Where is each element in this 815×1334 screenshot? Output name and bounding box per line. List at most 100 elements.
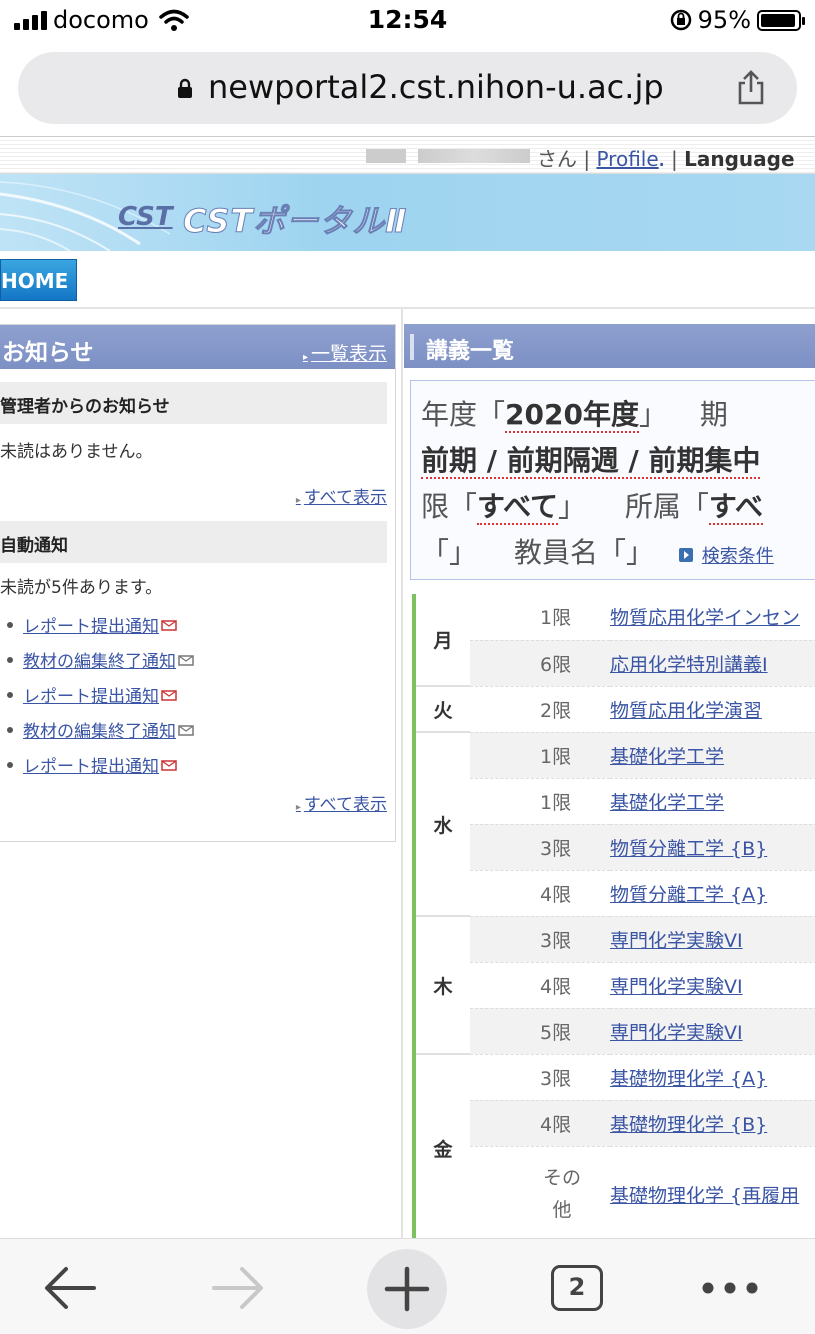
period-cell: 6限 <box>470 640 610 687</box>
notice-link[interactable]: レポート提出通知 <box>23 612 159 637</box>
course-link[interactable]: 基礎化学工学 <box>610 778 815 825</box>
table-row: 月 1限 物質応用化学インセン <box>412 594 815 687</box>
auto-notices-heading: 自動通知 <box>0 521 387 563</box>
day-cell: 木 <box>412 916 470 1055</box>
course-link[interactable]: 専門化学実験VI <box>610 962 815 1009</box>
mail-icon <box>178 654 194 666</box>
cst-logo: CST <box>118 202 173 232</box>
bracket: 「 <box>597 536 626 569</box>
bracket: 」 <box>638 398 667 431</box>
period-cell: 4限 <box>470 1100 610 1147</box>
notice-link[interactable]: 教材の編集終了通知 <box>23 647 176 672</box>
home-button[interactable]: HOME <box>0 259 77 301</box>
day-cell: 月 <box>412 594 470 687</box>
back-arrow-icon[interactable] <box>40 1253 100 1323</box>
bracket: 「 <box>449 490 478 523</box>
table-row: 4限 物質分離工学 {A} <box>414 870 815 917</box>
nav-bar: HOME <box>0 251 815 309</box>
bracket: 」 <box>625 536 654 569</box>
courses-header: 講義一覧 <box>404 324 815 368</box>
period-cell: 3限 <box>470 916 610 963</box>
new-tab-plus-icon[interactable] <box>366 1249 448 1329</box>
course-link[interactable]: 物質分離工学 {B} <box>610 824 815 871</box>
bracket: 「 <box>421 536 450 569</box>
table-row: 木 3限 専門化学実験VI <box>412 916 815 1055</box>
profile-icon: ꓸ <box>658 147 665 171</box>
list-item: レポート提出通知 <box>0 677 196 712</box>
course-link[interactable]: 物質分離工学 {A} <box>610 870 815 917</box>
period-cell: 4限 <box>470 962 610 1009</box>
battery-icon <box>757 9 805 31</box>
separator: | <box>583 147 591 171</box>
honorific: さん <box>537 147 577 171</box>
course-link[interactable]: 応用化学特別講義Ⅰ <box>610 640 815 687</box>
course-link[interactable]: 物質応用化学演習 <box>610 686 815 733</box>
tab-count-button[interactable]: 2 <box>551 1265 603 1311</box>
mail-icon <box>161 689 177 701</box>
table-row: 火 2限 物質応用化学演習 <box>412 686 815 733</box>
table-row: 1限 基礎化学工学 <box>414 778 815 825</box>
course-link[interactable]: 基礎物理化学 {再履用 <box>610 1146 815 1238</box>
period-label: その他 <box>542 1167 581 1221</box>
url-text: newportal2.cst.nihon-u.ac.jp <box>208 68 664 106</box>
bracket: 」 <box>557 490 586 523</box>
year-value: 2020年度 <box>505 398 639 433</box>
day-cell: 火 <box>412 686 470 733</box>
bracket: 」 <box>449 536 478 569</box>
list-item: 教材の編集終了通知 <box>0 712 196 747</box>
bracket: 「 <box>680 490 709 523</box>
period-cell: 3限 <box>470 1054 610 1101</box>
table-row: 水 1限 基礎化学工学 <box>412 732 815 917</box>
notices-title: お知らせ <box>2 340 94 366</box>
period-label: 限 <box>421 490 450 523</box>
period-cell: 5限 <box>470 1008 610 1055</box>
list-item: レポート提出通知 <box>0 747 196 782</box>
web-page: さん | Profileꓸ | Language CST CSTポータルⅡ HO… <box>0 136 815 1238</box>
user-links: さん | Profileꓸ | Language <box>537 143 795 172</box>
notice-link[interactable]: レポート提出通知 <box>23 752 159 777</box>
notices-header: お知らせ ▸ 一覧表示 <box>0 325 395 369</box>
show-all-label: すべて表示 <box>303 488 387 508</box>
lock-icon <box>178 78 192 98</box>
notice-link[interactable]: レポート提出通知 <box>23 682 159 707</box>
course-link[interactable]: 物質応用化学インセン <box>610 594 815 641</box>
table-row: 3限 物質分離工学 {B} <box>414 824 815 871</box>
forward-arrow-icon[interactable] <box>208 1253 268 1323</box>
period-cell: 3限 <box>470 824 610 871</box>
period-cell: 4限 <box>470 870 610 917</box>
courses-panel: 講義一覧 年度「2020年度」 期 前期 / 前期隔週 / 前期集中 限「すべて… <box>404 324 815 1238</box>
search-conditions-link[interactable]: 検索条件 <box>702 546 774 567</box>
course-link[interactable]: 基礎物理化学 {A} <box>610 1054 815 1101</box>
show-all-auto-link[interactable]: ▸ すべて表示 <box>296 790 387 815</box>
bracket: 「 <box>477 398 506 431</box>
table-row: 6限 応用化学特別講義Ⅰ <box>414 640 815 687</box>
redacted-name <box>366 149 406 163</box>
portal-title: CSTポータルⅡ <box>182 202 408 241</box>
mail-icon <box>178 724 194 736</box>
period-cell: 1限 <box>470 732 610 779</box>
share-icon[interactable] <box>735 70 767 106</box>
course-link[interactable]: 基礎化学工学 <box>610 732 815 779</box>
course-link[interactable]: 基礎物理化学 {B} <box>610 1100 815 1147</box>
period-cell: 1限 <box>470 778 610 825</box>
course-link[interactable]: 専門化学実験VI <box>610 916 815 963</box>
language-link[interactable]: Language <box>684 147 794 171</box>
user-bar: さん | Profileꓸ | Language <box>0 136 815 174</box>
address-bar[interactable]: newportal2.cst.nihon-u.ac.jp <box>18 52 797 124</box>
course-timetable: 月 1限 物質応用化学インセン 6限 応用化学特別講義Ⅰ 火 2限 物質応用化学演習 水1… <box>412 594 815 1238</box>
profile-link[interactable]: Profile <box>596 147 658 171</box>
admin-notices-heading: 管理者からのお知らせ <box>0 382 387 424</box>
notice-link[interactable]: 教材の編集終了通知 <box>23 717 176 742</box>
status-bar: docomo 12:54 95% <box>0 0 815 44</box>
teacher-label: 教員名 <box>513 536 598 569</box>
period-cell: 1限 <box>470 594 610 641</box>
term-value: 前期 / 前期隔週 / 前期集中 <box>421 444 761 479</box>
show-all-label: すべて表示 <box>303 795 387 815</box>
list-view-link[interactable]: ▸ 一覧表示 <box>303 339 387 366</box>
show-all-admin-link[interactable]: ▸ すべて表示 <box>296 483 387 508</box>
more-menu-icon[interactable] <box>700 1253 760 1323</box>
day-cell: 金 <box>412 1054 470 1238</box>
table-row: 5限 専門化学実験VI <box>414 1008 815 1055</box>
course-link[interactable]: 専門化学実験VI <box>610 1008 815 1055</box>
notices-panel: お知らせ ▸ 一覧表示 管理者からのお知らせ 未読はありません。 ▸ すべて表示 自… <box>0 324 396 842</box>
